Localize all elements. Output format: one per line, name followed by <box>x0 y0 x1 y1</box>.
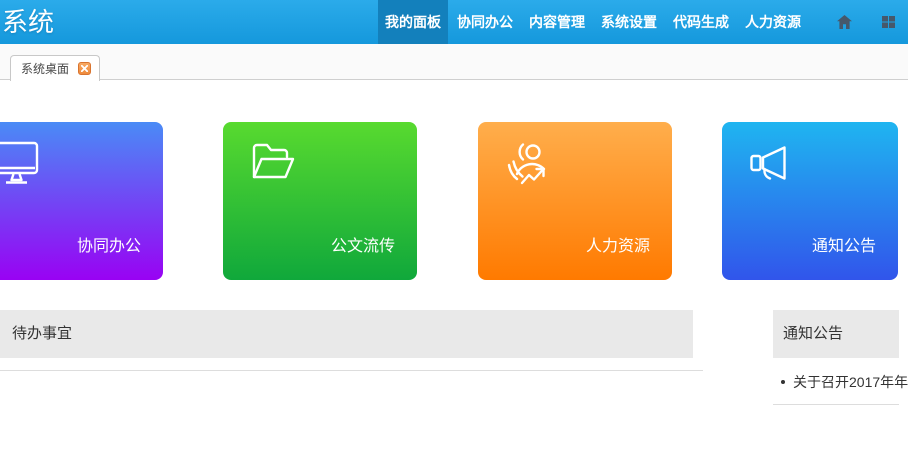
todo-panel-title: 待办事宜 <box>0 310 693 358</box>
top-header: 系统 我的面板 协同办公 内容管理 系统设置 代码生成 人力资源 <box>0 0 908 44</box>
nav-item-hr[interactable]: 人力资源 <box>738 0 808 44</box>
app-window: 系统 我的面板 协同办公 内容管理 系统设置 代码生成 人力资源 系 <box>0 0 908 454</box>
divider <box>773 404 899 405</box>
divider <box>0 370 703 371</box>
megaphone-icon <box>749 141 793 190</box>
bullet-icon <box>781 380 785 384</box>
close-icon[interactable] <box>78 62 91 75</box>
nav-item-system-settings[interactable]: 系统设置 <box>594 0 664 44</box>
notice-item-text: 关于召开2017年年 <box>793 372 908 392</box>
tile-document-flow[interactable]: 公文流传 <box>223 122 417 280</box>
tile-collaboration[interactable]: 协同办公 <box>0 122 163 280</box>
app-title: 系统 <box>2 0 54 44</box>
todo-panel-header: 待办事宜 <box>0 310 693 358</box>
tile-label: 人力资源 <box>586 232 650 256</box>
grid-icon[interactable] <box>882 0 895 44</box>
tab-system-desktop[interactable]: 系统桌面 <box>10 55 100 81</box>
nav-item-content-mgmt[interactable]: 内容管理 <box>522 0 592 44</box>
tile-notices[interactable]: 通知公告 <box>722 122 898 280</box>
notice-panel-title: 通知公告 <box>773 310 899 358</box>
tile-label: 通知公告 <box>812 232 876 256</box>
tile-label: 协同办公 <box>77 232 141 256</box>
main-nav: 我的面板 协同办公 内容管理 系统设置 代码生成 人力资源 <box>377 0 895 44</box>
monitor-icon <box>0 141 40 190</box>
nav-item-collaboration[interactable]: 协同办公 <box>450 0 520 44</box>
folder-open-icon <box>250 141 296 188</box>
notice-panel-header: 通知公告 <box>773 310 899 358</box>
home-icon[interactable] <box>837 0 852 44</box>
notice-item[interactable]: 关于召开2017年年 <box>781 362 908 402</box>
tile-hr[interactable]: 人力资源 <box>478 122 672 280</box>
nav-item-code-generation[interactable]: 代码生成 <box>666 0 736 44</box>
tile-label: 公文流传 <box>331 232 395 256</box>
nav-item-my-dashboard[interactable]: 我的面板 <box>378 0 448 44</box>
person-growth-icon <box>505 141 553 194</box>
tab-bar: 系统桌面 <box>0 44 908 80</box>
tab-label: 系统桌面 <box>21 60 69 77</box>
